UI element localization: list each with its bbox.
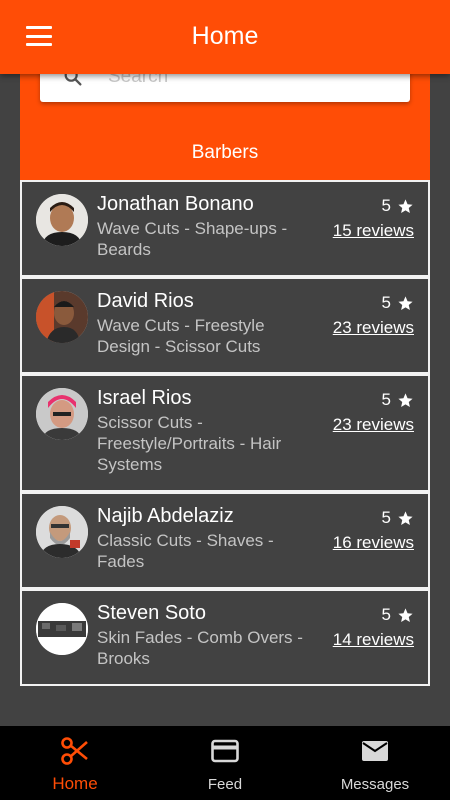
nav-messages[interactable]: Messages: [300, 726, 450, 800]
rating-value: 5: [381, 293, 391, 312]
barber-card[interactable]: Israel Rios Scissor Cuts - Freestyle/Por…: [20, 374, 430, 492]
rating-value: 5: [381, 605, 391, 624]
rating: 5: [382, 196, 414, 216]
reviews-link[interactable]: 15 reviews: [333, 221, 414, 241]
avatar: [36, 291, 88, 343]
barber-name: David Rios: [97, 290, 194, 312]
bottom-nav: Home Feed Messages: [0, 726, 450, 800]
card-icon: [211, 739, 239, 763]
avatar: [36, 603, 88, 655]
app-bar: Home: [0, 0, 450, 74]
rating: 5: [382, 390, 414, 410]
barber-card[interactable]: David Rios Wave Cuts - Freestyle Design …: [20, 277, 430, 374]
nav-home-label: Home: [52, 774, 98, 793]
barber-specialties: Scissor Cuts - Freestyle/Portraits - Hai…: [97, 413, 282, 474]
reviews-link[interactable]: 23 reviews: [333, 318, 414, 338]
avatar: [36, 388, 88, 440]
reviews-link[interactable]: 16 reviews: [333, 533, 414, 553]
barber-name: Israel Rios: [97, 387, 192, 409]
barber-name: Jonathan Bonano: [97, 193, 254, 215]
barber-specialties: Skin Fades - Comb Overs - Brooks: [97, 628, 303, 668]
star-icon: [398, 295, 413, 310]
mail-icon: [362, 741, 388, 761]
rating: 5: [382, 293, 414, 313]
rating-value: 5: [381, 390, 391, 409]
scissors-icon: [61, 737, 88, 765]
barber-card[interactable]: Steven Soto Skin Fades - Comb Overs - Br…: [20, 589, 430, 686]
nav-feed-label: Feed: [207, 776, 243, 793]
barber-name: Najib Abdelaziz: [97, 505, 234, 527]
nav-home[interactable]: Home: [0, 726, 150, 800]
rating: 5: [382, 605, 414, 625]
rating-value: 5: [381, 196, 391, 215]
nav-messages-label: Messages: [340, 776, 410, 793]
star-icon: [398, 198, 413, 213]
barber-specialties: Wave Cuts - Freestyle Design - Scissor C…: [97, 316, 265, 356]
reviews-link[interactable]: 14 reviews: [333, 630, 414, 650]
barber-name: Steven Soto: [97, 602, 206, 624]
barber-card[interactable]: Najib Abdelaziz Classic Cuts - Shaves - …: [20, 492, 430, 589]
barber-specialties: Classic Cuts - Shaves - Fades: [97, 531, 274, 571]
star-icon: [398, 392, 413, 407]
section-title: Barbers: [191, 142, 259, 163]
barber-card[interactable]: Jonathan Bonano Wave Cuts - Shape-ups - …: [20, 180, 430, 277]
barber-specialties: Wave Cuts - Shape-ups - Beards: [97, 219, 288, 259]
avatar: [36, 506, 88, 558]
page-title: Home: [191, 22, 259, 50]
rating-value: 5: [381, 508, 391, 527]
barber-list: Jonathan Bonano Wave Cuts - Shape-ups - …: [20, 180, 430, 686]
star-icon: [398, 510, 413, 525]
avatar: [36, 194, 88, 246]
reviews-link[interactable]: 23 reviews: [333, 415, 414, 435]
rating: 5: [382, 508, 414, 528]
header-panel: Barbers: [20, 60, 430, 180]
nav-feed[interactable]: Feed: [150, 726, 300, 800]
star-icon: [398, 607, 413, 622]
